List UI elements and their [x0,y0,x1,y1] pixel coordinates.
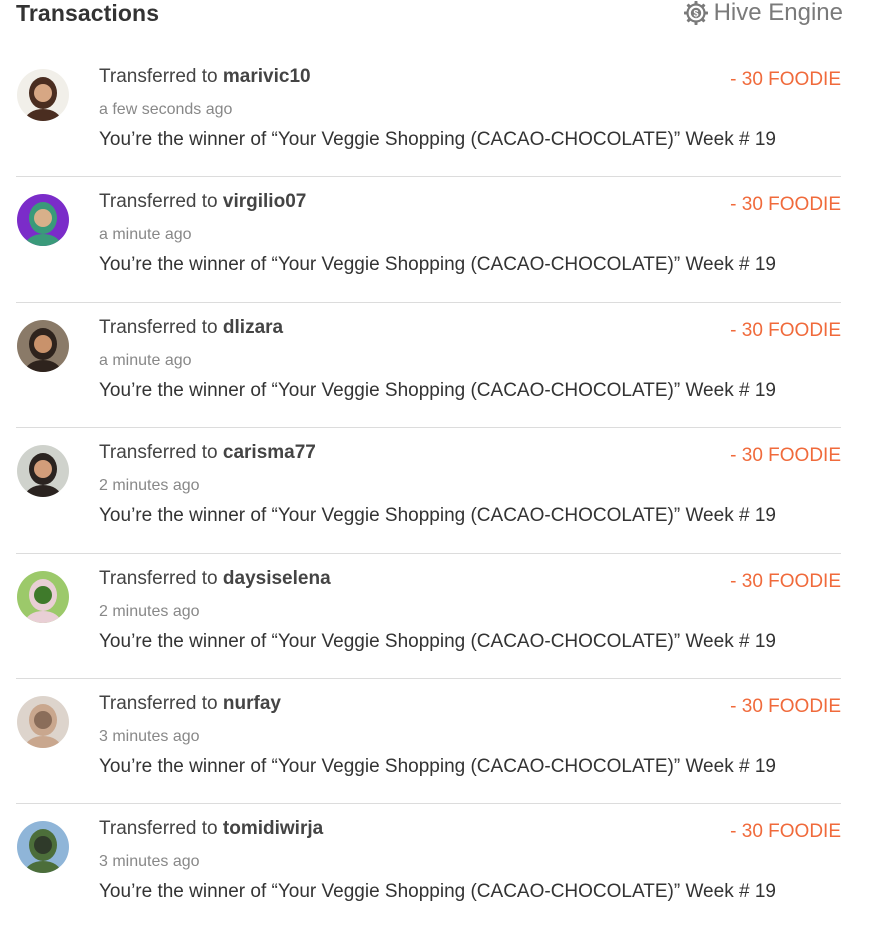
transfer-prefix: Transferred to [99,66,218,87]
transaction-row: Transferred to carisma77 - 30 FOODIE 2 m… [16,428,841,554]
timestamp: 2 minutes ago [99,477,200,495]
recipient-username[interactable]: dlizara [223,317,283,338]
hive-engine-link[interactable]: $ Hive Engine [683,0,843,27]
avatar[interactable] [17,194,69,247]
transfer-line: Transferred to carisma77 [99,442,316,464]
transfer-memo: You’re the winner of “Your Veggie Shoppi… [99,881,776,903]
hive-engine-label: Hive Engine [713,0,843,26]
avatar[interactable] [17,445,69,498]
transfer-amount: - 30 FOODIE [730,570,841,592]
svg-text:$: $ [693,8,698,18]
transfer-amount: - 30 FOODIE [730,821,841,843]
transfer-amount: - 30 FOODIE [730,194,841,216]
transfer-amount: - 30 FOODIE [730,695,841,717]
transaction-row: Transferred to nurfay - 30 FOODIE 3 minu… [16,679,841,805]
transfer-memo: You’re the winner of “Your Veggie Shoppi… [99,379,776,401]
transaction-row: Transferred to daysiselena - 30 FOODIE 2… [16,554,841,679]
panel-header: Transactions $ Hive Engine [16,0,843,44]
transfer-memo: You’re the winner of “Your Veggie Shoppi… [99,254,776,276]
transfer-prefix: Transferred to [99,567,218,589]
timestamp: 2 minutes ago [99,602,200,620]
avatar[interactable] [17,821,69,874]
transfer-line: Transferred to tomidiwirja [99,818,323,840]
timestamp: a few seconds ago [99,101,233,118]
transfer-amount: - 30 FOODIE [730,69,841,90]
recipient-username[interactable]: marivic10 [223,66,311,87]
transaction-row: Transferred to tomidiwirja - 30 FOODIE 3… [16,804,841,929]
transfer-memo: You’re the winner of “Your Veggie Shoppi… [99,630,776,652]
timestamp: a minute ago [99,226,192,244]
transaction-row: Transferred to virgilio07 - 30 FOODIE a … [16,177,841,303]
transfer-prefix: Transferred to [99,818,218,840]
transfer-amount: - 30 FOODIE [730,319,841,341]
timestamp: 3 minutes ago [99,853,200,871]
recipient-username[interactable]: carisma77 [223,442,316,463]
transfer-memo: You’re the winner of “Your Veggie Shoppi… [99,505,776,527]
page-title: Transactions [16,0,160,26]
transactions-panel: Transactions $ Hive Engine Transferred t… [0,0,869,920]
transfer-line: Transferred to virgilio07 [99,191,306,213]
transfer-amount: - 30 FOODIE [730,445,841,467]
transfer-line: Transferred to dlizara [99,317,283,339]
avatar[interactable] [17,570,69,623]
transfer-prefix: Transferred to [99,316,218,338]
transfer-line: Transferred to marivic10 [99,66,311,88]
recipient-username[interactable]: tomidiwirja [223,818,323,839]
transfer-line: Transferred to nurfay [99,693,281,715]
avatar[interactable] [17,319,69,372]
transfer-prefix: Transferred to [99,442,218,464]
avatar[interactable] [17,695,69,748]
recipient-username[interactable]: virgilio07 [223,191,306,212]
transaction-row: Transferred to marivic10 - 30 FOODIE a f… [16,52,841,178]
recipient-username[interactable]: daysiselena [223,568,331,589]
transfer-line: Transferred to daysiselena [99,568,331,590]
transfer-prefix: Transferred to [99,692,218,714]
timestamp: a minute ago [99,351,192,369]
gear-icon: $ [683,0,709,26]
transfer-memo: You’re the winner of “Your Veggie Shoppi… [99,755,776,777]
recipient-username[interactable]: nurfay [223,693,281,714]
avatar[interactable] [17,69,69,121]
transfer-memo: You’re the winner of “Your Veggie Shoppi… [99,129,776,150]
transaction-row: Transferred to dlizara - 30 FOODIE a min… [16,303,841,429]
transfer-prefix: Transferred to [99,191,218,213]
timestamp: 3 minutes ago [99,727,200,745]
transaction-list: Transferred to marivic10 - 30 FOODIE a f… [16,52,841,930]
